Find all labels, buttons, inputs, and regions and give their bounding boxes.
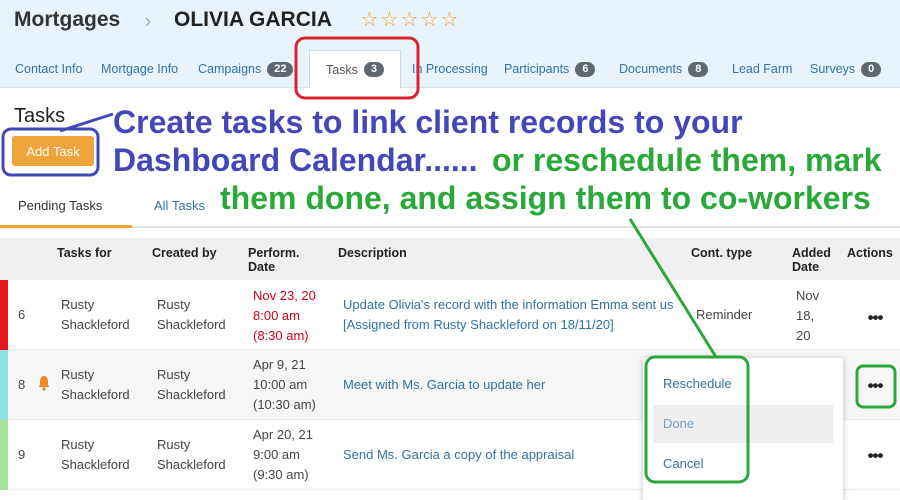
perform-time: 10:00 am [253,377,308,392]
annotation-dashboard-calendar: Dashboard Calendar...... [113,142,478,178]
perform-date-cell: Apr 9, 21 10:00 am (10:30 am) [253,355,343,415]
annotation-reschedule: or reschedule them, mark [492,142,882,178]
annotation-create-tasks: Create tasks to link client records to y… [113,104,743,140]
count-badge: 22 [267,61,294,77]
perform-date: Apr 9, 21 [253,357,306,372]
bell-icon [38,376,50,391]
star-icon[interactable]: ☆ [360,9,379,31]
tab-pending-tasks[interactable]: Pending Tasks [18,198,102,213]
perform-end-time: (9:30 am) [253,467,309,482]
tasks-for-cell: Rusty Shackleford [61,367,130,402]
count-badge: 3 [363,62,385,77]
tab-lead-farm[interactable]: Lead Farm [732,50,792,88]
column-header[interactable]: Description [338,246,407,260]
tab-participants[interactable]: Participants 6 [504,50,596,88]
tab-campaigns[interactable]: Campaigns 22 [198,50,294,88]
column-header[interactable]: Cont. type [691,246,752,260]
perform-date: Apr 20, 21 [253,427,313,442]
contact-type-cell: Reminder [696,307,753,322]
add-task-button[interactable]: Add Task [12,136,94,166]
page-title: Tasks [14,105,66,127]
tasks-for-cell: Rusty Shackleford [61,437,130,472]
tab-label: Participants [504,62,570,76]
created-by-cell: Rusty Shackleford [157,367,226,402]
row-actions-button[interactable]: ••• [864,447,886,464]
perform-end-time: (8:30 am) [253,328,309,343]
column-header[interactable]: Added Date [792,246,842,274]
annotation-assign: them done, and assign them to co-workers [220,180,871,216]
tab-mortgage-info[interactable]: Mortgage Info [101,50,178,88]
record-header: Mortgages › OLIVIA GARCIA ☆ ☆ ☆ ☆ ☆ Cont… [0,0,900,88]
tab-label: Campaigns [198,62,262,76]
tab-label: In Processing [412,62,488,76]
count-badge: 6 [575,61,596,77]
star-icon[interactable]: ☆ [440,9,459,31]
task-description-link[interactable]: Meet with Ms. Garcia to update her [343,375,693,395]
table-header: Tasks for Created by Perform. Date Descr… [0,238,900,280]
column-header: Actions [847,246,893,260]
add-task-pointer [59,112,114,133]
created-by-cell: Rusty Shackleford [157,297,226,332]
created-by-cell: Rusty Shackleford [157,437,226,472]
added-date-cell: Nov 18, 20 [796,288,820,343]
actions-menu: Reschedule Done Cancel [643,358,843,500]
breadcrumb-section[interactable]: Mortgages [14,8,120,32]
column-header[interactable]: Tasks for [57,246,112,260]
column-header[interactable]: Perform. Date [248,246,310,274]
task-description-link[interactable]: Send Ms. Garcia a copy of the appraisal [343,445,693,465]
tab-documents[interactable]: Documents 8 [619,50,709,88]
perform-time: 9:00 am [253,447,300,462]
priority-stripe [0,280,8,350]
tab-label: Lead Farm [732,62,793,76]
rating-stars[interactable]: ☆ ☆ ☆ ☆ ☆ [360,9,459,31]
task-number: 6 [18,307,26,322]
tab-label: Surveys [810,62,856,76]
tab-label: Mortgage Info [101,62,179,76]
count-badge: 0 [861,61,882,77]
star-icon[interactable]: ☆ [400,9,419,31]
task-number: 8 [18,377,26,392]
tab-tasks[interactable]: Tasks 3 [309,50,401,88]
active-tab-indicator [0,225,132,228]
priority-stripe [0,420,8,490]
tab-surveys[interactable]: Surveys 0 [810,50,882,88]
star-icon[interactable]: ☆ [380,9,399,31]
tab-label: Tasks [325,62,358,77]
perform-end-time: (10:30 am) [253,397,316,412]
perform-date-cell: Nov 23, 20 8:00 am (8:30 am) [253,286,343,346]
tab-contact-info[interactable]: Contact Info [15,50,82,88]
chevron-right-icon: › [145,11,151,31]
menu-item-reschedule[interactable]: Reschedule [653,365,833,403]
tab-in-processing[interactable]: In Processing [412,50,488,88]
task-number: 9 [18,447,26,462]
tab-label: Documents [619,62,683,76]
client-name: OLIVIA GARCIA [174,8,332,31]
perform-time: 8:00 am [253,308,300,323]
count-badge: 8 [688,61,709,77]
perform-date-cell: Apr 20, 21 9:00 am (9:30 am) [253,425,343,485]
menu-item-done[interactable]: Done [653,405,833,443]
column-header[interactable]: Created by [152,246,217,260]
task-description-link[interactable]: Update Olivia's record with the informat… [343,295,693,335]
star-icon[interactable]: ☆ [420,9,439,31]
tab-all-tasks[interactable]: All Tasks [154,198,205,213]
tab-label: Contact Info [15,62,83,76]
table-row[interactable]: 6 Rusty Shackleford Rusty Shackleford No… [0,280,900,350]
perform-date: Nov 23, 20 [253,288,316,303]
tasks-for-cell: Rusty Shackleford [61,297,130,332]
record-tabs: Contact Info Mortgage Info Campaigns 22 … [0,50,900,88]
row-actions-button[interactable]: ••• [864,309,886,326]
priority-stripe [0,350,8,420]
menu-item-cancel[interactable]: Cancel [653,445,833,483]
row-actions-button[interactable]: ••• [864,377,886,394]
